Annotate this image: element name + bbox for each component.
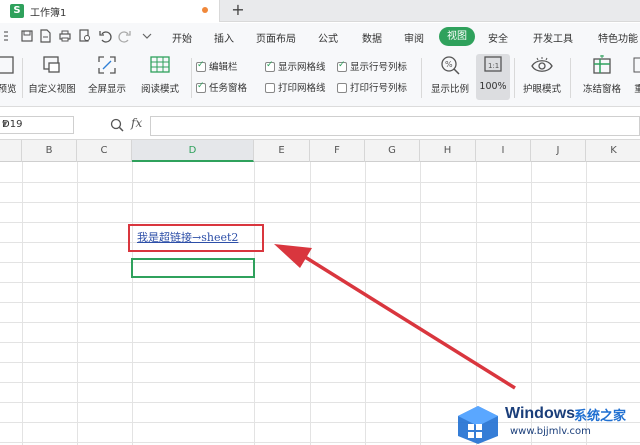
- watermark-site-name: 系统之家: [574, 409, 627, 424]
- annotation-arrow-icon: [274, 244, 516, 390]
- watermark-brand: Windows: [505, 405, 576, 422]
- watermark-url: www.bjjmlv.com: [510, 426, 591, 437]
- spreadsheet-window: S 工作簿1 + 开始 插入 页面布局 公式 数据 审阅 视图 安全 开发工具 …: [0, 0, 640, 445]
